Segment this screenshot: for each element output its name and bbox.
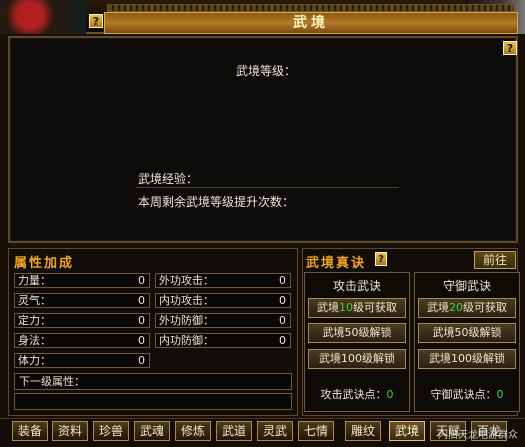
attr-outer-attack: 外功攻击： 0 (155, 273, 291, 288)
attr-inner-defense: 内功防御： 0 (155, 333, 291, 348)
attack-slot-1-button[interactable]: 武境10级可获取 (308, 298, 406, 318)
tab-wujing[interactable]: 武境 (389, 421, 425, 441)
defense-slot-2-button[interactable]: 武境50级解锁 (418, 323, 516, 343)
attack-points: 攻击武诀点：0 (320, 388, 394, 401)
tab-lingwu[interactable]: 灵武 (257, 421, 293, 441)
help-icon[interactable]: ? (89, 14, 103, 28)
tab-qiqing[interactable]: 七情 (298, 421, 334, 441)
defense-points: 守御武诀点：0 (430, 388, 504, 401)
defense-header: 守御武诀 (442, 279, 491, 293)
next-level-attributes-values (14, 393, 292, 410)
wujing-level-label: 武境等级： (236, 64, 297, 78)
attribute-bonus-title: 属性加成 (14, 256, 75, 271)
tab-cultivation[interactable]: 修炼 (175, 421, 211, 441)
attr-stamina: 体力： 0 (14, 353, 150, 368)
next-level-attributes: 下一级属性： (14, 373, 292, 390)
game-ornament-icon (0, 0, 86, 34)
watermark: 闪旧天龙吧游群众 (438, 430, 518, 441)
attr-inner-attack: 内功攻击： 0 (155, 293, 291, 308)
tab-wudao[interactable]: 武道 (216, 421, 252, 441)
attr-strength: 力量： 0 (14, 273, 150, 288)
help-icon[interactable]: ? (503, 41, 517, 55)
attr-focus: 定力： 0 (14, 313, 150, 328)
wujing-exp-label: 武境经验： (138, 172, 199, 186)
help-icon[interactable]: ? (375, 252, 387, 266)
attr-spirit: 灵气： 0 (14, 293, 150, 308)
window-title: 武境 (293, 15, 329, 31)
attack-header: 攻击武诀 (332, 279, 381, 293)
tab-diaowen[interactable]: 雕纹 (345, 421, 381, 441)
attr-agility: 身法： 0 (14, 333, 150, 348)
title-plate-trim (107, 4, 515, 12)
weekly-remaining-label: 本周剩余武境等级提升次数： (138, 195, 295, 209)
tab-equipment[interactable]: 装备 (12, 421, 48, 441)
goto-button[interactable]: 前往 (474, 251, 516, 269)
defense-slot-1-button[interactable]: 武境20级可获取 (418, 298, 516, 318)
tab-pets[interactable]: 珍兽 (93, 421, 129, 441)
tab-profile[interactable]: 资料 (52, 421, 88, 441)
defense-slot-3-button[interactable]: 武境100级解锁 (418, 349, 516, 369)
attr-outer-defense: 外功防御： 0 (155, 313, 291, 328)
exp-divider (136, 187, 399, 188)
zhenjue-title: 武境真诀 (306, 256, 367, 271)
attack-slot-3-button[interactable]: 武境100级解锁 (308, 349, 406, 369)
attack-slot-2-button[interactable]: 武境50级解锁 (308, 323, 406, 343)
tab-wuhun[interactable]: 武魂 (134, 421, 170, 441)
